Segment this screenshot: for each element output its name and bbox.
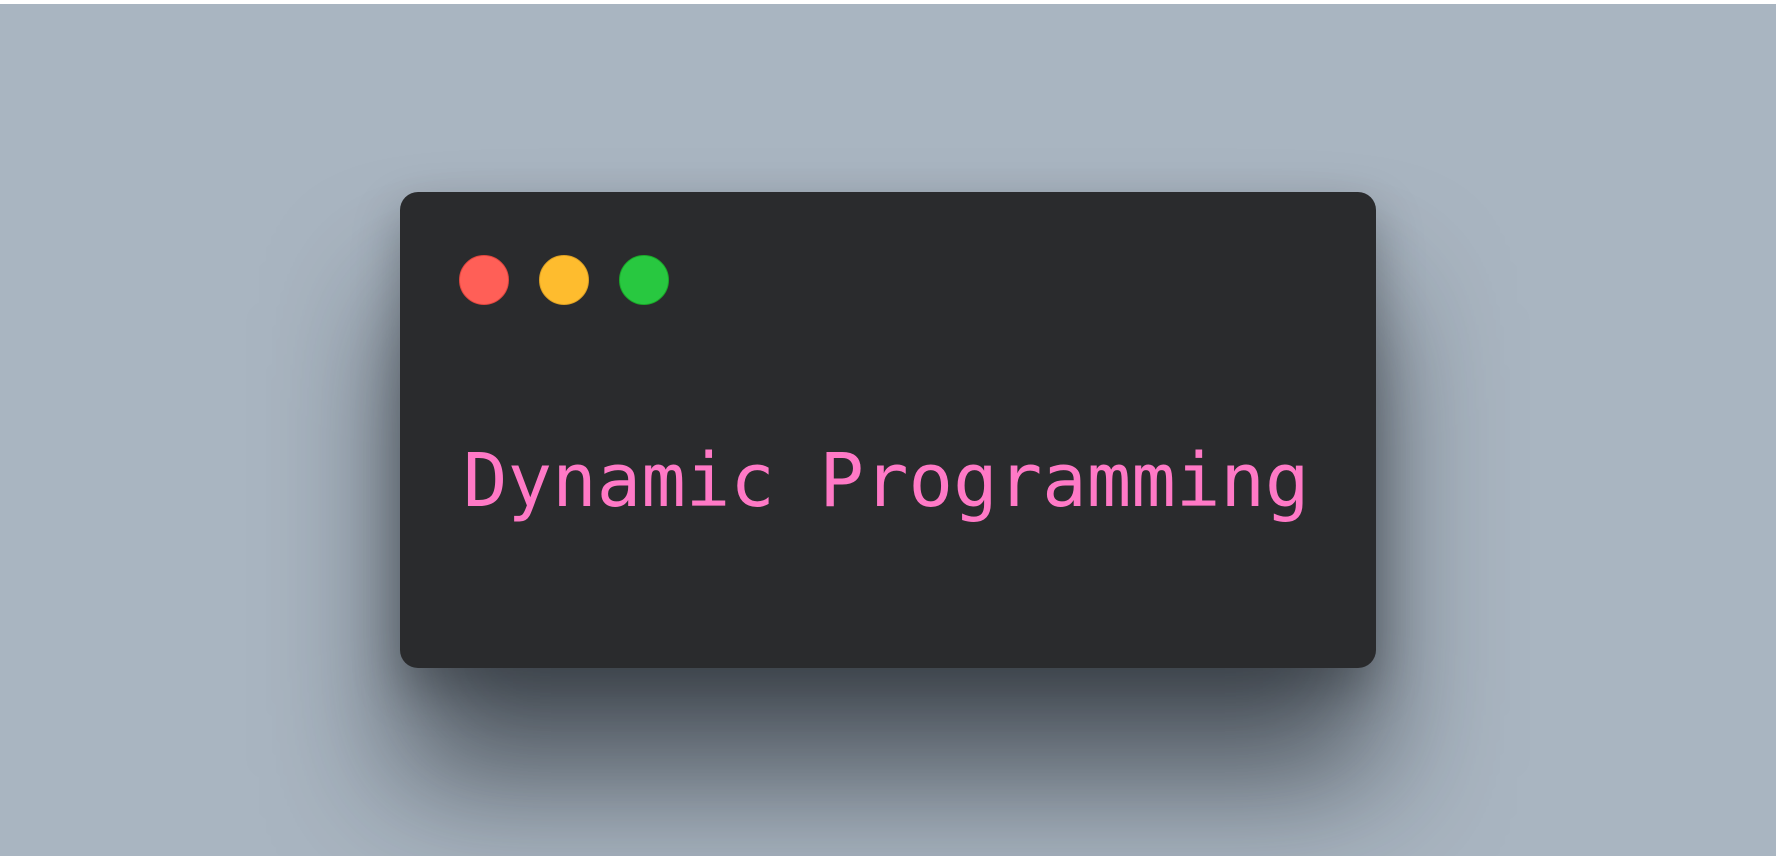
code-window: Dynamic Programming xyxy=(400,192,1376,668)
window-controls xyxy=(459,255,669,305)
minimize-window-button[interactable] xyxy=(539,255,589,305)
code-text: Dynamic Programming xyxy=(463,438,1310,524)
canvas-background: Dynamic Programming xyxy=(0,4,1776,856)
zoom-window-button[interactable] xyxy=(619,255,669,305)
close-window-button[interactable] xyxy=(459,255,509,305)
